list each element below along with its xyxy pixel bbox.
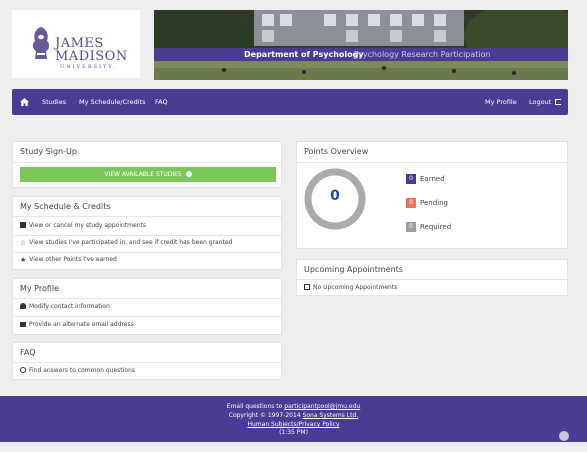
my-profile-panel: My Profile Modify contact information Pr… xyxy=(12,278,282,335)
earned-chip: 0 xyxy=(406,174,416,184)
list-item-label: View studies I've participated in, and s… xyxy=(29,239,233,246)
footer-copyright-line: Copyright © 1997-2014 Sona Systems Ltd. xyxy=(0,412,587,420)
schedule-credits-title: My Schedule & Credits xyxy=(20,202,111,211)
study-signup-panel: Study Sign-Up VIEW AVAILABLE STUDIES xyxy=(12,141,282,188)
list-item-label: View other Points I've earned xyxy=(29,256,117,263)
view-available-studies-label: VIEW AVAILABLE STUDIES xyxy=(104,171,182,178)
divider xyxy=(13,298,281,299)
study-signup-title: Study Sign-Up xyxy=(20,147,77,156)
chat-icon xyxy=(20,367,26,373)
schedule-credits-panel: My Schedule & Credits View or cancel my … xyxy=(12,196,282,270)
envelope-icon xyxy=(20,322,26,327)
logout-icon xyxy=(555,99,562,105)
banner-subtitle: Psychology Research Participation xyxy=(354,50,491,59)
divider xyxy=(13,362,281,363)
earned-label: Earned xyxy=(420,175,445,183)
nav-studies[interactable]: Studies xyxy=(42,89,66,115)
nav-logout[interactable]: Logout xyxy=(529,89,562,115)
upcoming-appointments-panel: Upcoming Appointments No Upcoming Appoin… xyxy=(296,259,568,296)
campus-photo xyxy=(154,10,568,80)
page: JAMES MADISON UNIVERSITY. Department of … xyxy=(0,0,587,452)
checkbox-icon xyxy=(20,222,26,228)
divider xyxy=(13,162,281,163)
user-icon xyxy=(20,303,26,309)
required-label: Required xyxy=(420,223,452,231)
calendar-icon xyxy=(304,284,310,290)
points-overview-panel: Points Overview 0 0 Earned 0 Pending 0 R… xyxy=(296,141,568,249)
modify-contact-info-link[interactable]: Modify contact information xyxy=(20,303,110,311)
footer-email-prefix: Email questions to xyxy=(226,403,283,410)
footer-email-link[interactable]: participantpool@jmu.edu xyxy=(284,403,360,410)
points-total: 0 xyxy=(330,188,340,204)
faq-answers-link[interactable]: Find answers to common questions xyxy=(20,367,135,375)
footer-copyright: Copyright © 1997-2014 xyxy=(228,412,301,419)
banner-title-strip: Department of Psychology Psychology Rese… xyxy=(154,48,568,61)
banner-department: Department of Psychology xyxy=(244,50,364,59)
view-cancel-appointments-link[interactable]: View or cancel my study appointments xyxy=(20,222,146,230)
footer-policy-link[interactable]: Human Subjects/Privacy Policy xyxy=(247,421,339,428)
header-banner: Department of Psychology Psychology Rese… xyxy=(154,10,568,80)
divider xyxy=(13,316,281,317)
main-navbar: Studies My Schedule/Credits FAQ My Profi… xyxy=(12,89,568,115)
list-item-label: Find answers to common questions xyxy=(29,367,135,374)
nav-my-schedule-credits[interactable]: My Schedule/Credits xyxy=(79,89,146,115)
star-icon: ★ xyxy=(20,256,27,264)
footer-time: (1:35 PM) xyxy=(279,429,308,436)
footer-policy-line: Human Subjects/Privacy Policy xyxy=(0,421,587,429)
star-half-icon: ☆ xyxy=(20,239,27,247)
alternate-email-link[interactable]: Provide an alternate email address xyxy=(20,321,134,329)
logo-line-university: UNIVERSITY. xyxy=(60,64,117,70)
view-available-studies-button[interactable]: VIEW AVAILABLE STUDIES xyxy=(20,167,276,182)
my-profile-title: My Profile xyxy=(20,284,60,293)
pending-chip: 0 xyxy=(406,198,416,208)
divider xyxy=(297,162,567,163)
view-participated-studies-link[interactable]: ☆ View studies I've participated in, and … xyxy=(20,239,232,247)
divider xyxy=(13,252,281,253)
seal-icon xyxy=(32,27,50,59)
footer: Email questions to participantpool@jmu.e… xyxy=(0,396,587,442)
no-appointments-message: No Upcoming Appointments xyxy=(304,284,397,292)
list-item-label: Provide an alternate email address xyxy=(29,321,134,328)
required-chip: 0 xyxy=(406,222,416,232)
list-item-label: View or cancel my study appointments xyxy=(29,222,146,229)
divider xyxy=(13,235,281,236)
divider xyxy=(13,216,281,217)
divider xyxy=(297,279,567,280)
logout-label: Logout xyxy=(529,98,552,106)
home-icon[interactable] xyxy=(20,98,29,106)
list-item-label: Modify contact information xyxy=(29,303,110,310)
points-overview-title: Points Overview xyxy=(304,147,369,156)
scroll-to-top-icon[interactable] xyxy=(559,431,569,441)
logo-line-madison: MADISON xyxy=(55,49,128,64)
arrow-circle-icon xyxy=(185,171,192,177)
no-appointments-label: No Upcoming Appointments xyxy=(313,284,398,291)
view-other-points-link[interactable]: ★ View other Points I've earned xyxy=(20,256,117,264)
footer-company-link[interactable]: Sona Systems Ltd. xyxy=(303,412,359,419)
nav-my-profile[interactable]: My Profile xyxy=(485,89,517,115)
faq-panel: FAQ Find answers to common questions xyxy=(12,342,282,380)
nav-faq[interactable]: FAQ xyxy=(155,89,168,115)
faq-title: FAQ xyxy=(20,348,36,357)
upcoming-appointments-title: Upcoming Appointments xyxy=(304,265,403,274)
footer-email-line: Email questions to participantpool@jmu.e… xyxy=(0,403,587,411)
pending-label: Pending xyxy=(420,199,448,207)
university-logo[interactable]: JAMES MADISON UNIVERSITY. xyxy=(12,10,140,78)
